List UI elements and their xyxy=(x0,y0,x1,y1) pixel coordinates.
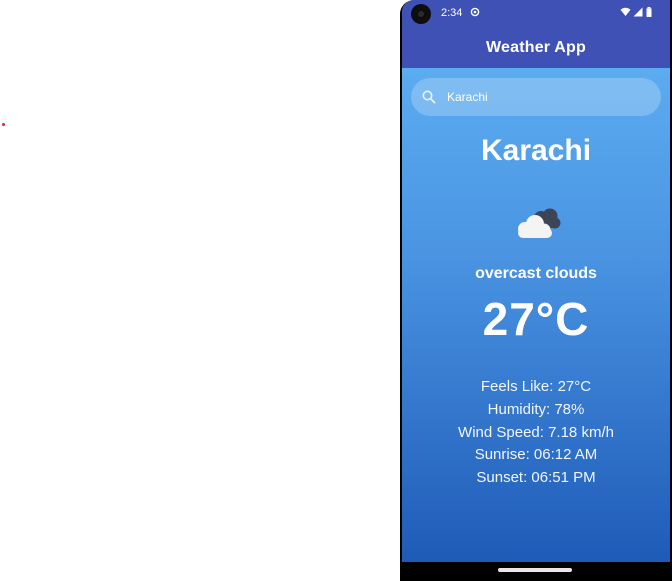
sunrise-text: Sunrise: 06:12 AM xyxy=(474,446,598,464)
app-screen: 2:34 Weather App Karachi Karachi overcas… xyxy=(402,0,670,562)
app-title: Weather App xyxy=(486,39,586,56)
temperature: 27°C xyxy=(482,293,590,345)
city-name: Karachi xyxy=(480,134,592,167)
status-time: 2:34 xyxy=(441,7,463,19)
sunset-text: Sunset: 06:51 PM xyxy=(476,469,596,487)
red-dot-marker xyxy=(2,123,5,126)
weather-condition: overcast clouds xyxy=(475,265,597,282)
weather-details: Feels Like: 27°C Humidity: 78% Wind Spee… xyxy=(402,376,670,490)
wifi-icon xyxy=(620,7,631,21)
feels-like-text: Feels Like: 27°C xyxy=(480,378,592,395)
humidity-text: Humidity: 78% xyxy=(487,400,585,418)
app-bar: Weather App xyxy=(402,28,670,68)
phone-frame: 2:34 Weather App Karachi Karachi overcas… xyxy=(400,0,672,581)
battery-icon xyxy=(646,7,652,21)
signal-icon xyxy=(633,7,643,21)
search-bar[interactable] xyxy=(411,78,661,116)
navigation-bar xyxy=(400,562,672,581)
home-gesture-handle[interactable] xyxy=(498,568,572,572)
search-input[interactable] xyxy=(447,78,647,116)
search-icon xyxy=(421,89,437,105)
overcast-clouds-icon xyxy=(510,202,562,242)
wind-speed-text: Wind Speed: 7.18 km/h xyxy=(458,423,614,441)
camera-icon xyxy=(411,4,431,24)
status-bar: 2:34 xyxy=(402,0,670,28)
notification-icon xyxy=(470,7,480,21)
desktop-canvas: 2:34 Weather App Karachi Karachi overcas… xyxy=(0,0,672,581)
